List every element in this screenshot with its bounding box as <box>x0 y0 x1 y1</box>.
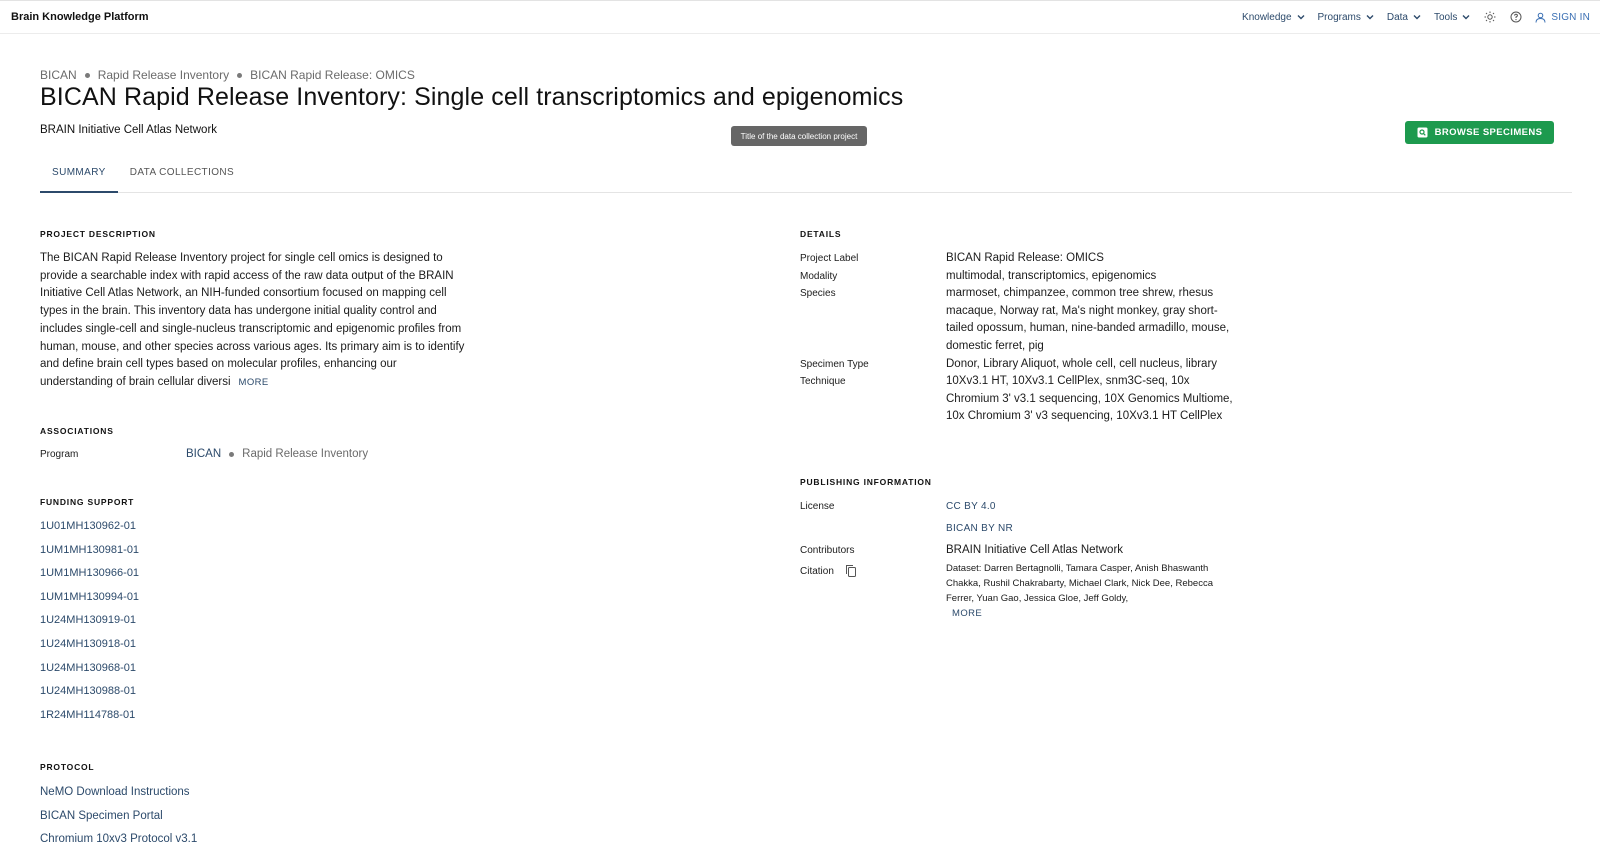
program-link-rapid-release[interactable]: Rapid Release Inventory <box>242 448 368 460</box>
search-icon <box>1417 127 1428 138</box>
breadcrumb-separator <box>84 72 90 78</box>
breadcrumb-rapid-release[interactable]: Rapid Release Inventory <box>98 68 229 82</box>
page-title: BICAN Rapid Release Inventory: Single ce… <box>40 83 904 111</box>
species-value: marmoset, chimpanzee, common tree shrew,… <box>946 287 1230 353</box>
license-link-bican[interactable]: BICAN BY NR <box>946 523 1013 534</box>
funding-link[interactable]: 1UM1MH130981-01 <box>40 543 139 567</box>
program-separator <box>229 451 235 457</box>
funding-link[interactable]: 1R24MH114788-01 <box>40 708 139 732</box>
modality-value: multimodal, transcriptomics, epigenomics <box>946 270 1157 282</box>
modality-key: Modality <box>800 271 838 282</box>
nav-tools[interactable]: Tools <box>1434 12 1471 23</box>
citation-more-button[interactable]: MORE <box>952 608 982 619</box>
page-subtitle: BRAIN Initiative Cell Atlas Network <box>40 124 218 136</box>
copy-icon[interactable] <box>845 564 857 578</box>
protocol-list: NeMO Download Instructions BICAN Specime… <box>40 785 197 848</box>
nav-data[interactable]: Data <box>1387 12 1422 23</box>
description-more-button[interactable]: MORE <box>239 377 269 388</box>
tab-bar: SUMMARY DATA COLLECTIONS <box>40 163 1572 193</box>
nav-knowledge[interactable]: Knowledge <box>1242 12 1305 23</box>
protocol-link[interactable]: BICAN Specimen Portal <box>40 809 197 833</box>
tab-data-collections[interactable]: DATA COLLECTIONS <box>118 163 246 193</box>
contributors-value: BRAIN Initiative Cell Atlas Network <box>946 544 1124 556</box>
project-description: The BICAN Rapid Release Inventory projec… <box>40 250 470 392</box>
chevron-down-icon <box>1297 15 1305 20</box>
funding-link[interactable]: 1U24MH130988-01 <box>40 684 139 708</box>
protocol-link[interactable]: NeMO Download Instructions <box>40 785 197 809</box>
help-circle-icon[interactable] <box>1509 10 1523 24</box>
funding-link[interactable]: 1U24MH130968-01 <box>40 661 139 685</box>
funding-link[interactable]: 1UM1MH130994-01 <box>40 590 139 614</box>
main-nav: Knowledge Programs Data Tools SIGN IN <box>1242 10 1590 24</box>
breadcrumb-current: BICAN Rapid Release: OMICS <box>250 68 415 82</box>
citation-text: Dataset: Darren Bertagnolli, Tamara Casp… <box>946 563 1213 604</box>
nav-knowledge-label: Knowledge <box>1242 11 1292 23</box>
program-label: Program <box>40 449 79 460</box>
breadcrumb-separator <box>237 72 243 78</box>
sun-icon[interactable] <box>1483 10 1497 24</box>
technique-value: 10Xv3.1 HT, 10Xv3.1 CellPlex, snm3C-seq,… <box>946 375 1233 423</box>
funding-link[interactable]: 1U24MH130918-01 <box>40 637 139 661</box>
citation-value: Dataset: Darren Bertagnolli, Tamara Casp… <box>946 561 1236 621</box>
funding-link[interactable]: 1UM1MH130966-01 <box>40 566 139 590</box>
chevron-down-icon <box>1366 15 1374 20</box>
technique-key: Technique <box>800 376 846 387</box>
specimen-type-value: Donor, Library Aliquot, whole cell, cell… <box>946 358 1218 370</box>
sign-in-button[interactable]: SIGN IN <box>1535 12 1590 23</box>
citation-key: Citation <box>800 566 834 577</box>
nav-data-label: Data <box>1386 11 1408 23</box>
protocol-heading: PROTOCOL <box>40 762 95 772</box>
browse-specimens-label: BROWSE SPECIMENS <box>1434 127 1543 138</box>
project-description-heading: PROJECT DESCRIPTION <box>40 229 156 239</box>
program-links: BICAN Rapid Release Inventory <box>186 448 368 460</box>
user-icon <box>1535 12 1546 23</box>
contributors-key: Contributors <box>800 545 855 556</box>
funding-list: 1U01MH130962-01 1UM1MH130981-01 1UM1MH13… <box>40 519 139 731</box>
project-label-key: Project Label <box>800 253 859 264</box>
specimen-type-key: Specimen Type <box>800 359 869 370</box>
chevron-down-icon <box>1462 15 1470 20</box>
associations-heading: ASSOCIATIONS <box>40 426 114 436</box>
protocol-link[interactable]: Chromium 10xv3 Protocol v3.1 <box>40 832 197 848</box>
funding-support-heading: FUNDING SUPPORT <box>40 497 135 507</box>
program-link-bican[interactable]: BICAN <box>186 448 221 460</box>
tab-summary[interactable]: SUMMARY <box>40 163 118 193</box>
details-heading: DETAILS <box>800 229 842 239</box>
license-key: License <box>800 501 835 512</box>
brand-title[interactable]: Brain Knowledge Platform <box>11 11 149 23</box>
publishing-heading: PUBLISHING INFORMATION <box>800 477 932 487</box>
project-description-text: The BICAN Rapid Release Inventory projec… <box>40 252 465 388</box>
funding-link[interactable]: 1U24MH130919-01 <box>40 613 139 637</box>
browse-specimens-button[interactable]: BROWSE SPECIMENS <box>1405 121 1554 144</box>
sign-in-label: SIGN IN <box>1551 11 1590 23</box>
funding-link[interactable]: 1U01MH130962-01 <box>40 519 139 543</box>
title-tooltip: Title of the data collection project <box>731 126 867 146</box>
breadcrumb: BICAN Rapid Release Inventory BICAN Rapi… <box>40 68 415 82</box>
chevron-down-icon <box>1413 15 1421 20</box>
project-label-value: BICAN Rapid Release: OMICS <box>946 252 1104 264</box>
nav-tools-label: Tools <box>1434 11 1458 23</box>
nav-programs-label: Programs <box>1317 11 1361 23</box>
species-key: Species <box>800 288 836 299</box>
license-link-cc-by[interactable]: CC BY 4.0 <box>946 501 996 512</box>
nav-programs[interactable]: Programs <box>1318 12 1375 23</box>
breadcrumb-bican[interactable]: BICAN <box>40 68 77 82</box>
top-nav-bar: Brain Knowledge Platform Knowledge Progr… <box>0 0 1600 34</box>
